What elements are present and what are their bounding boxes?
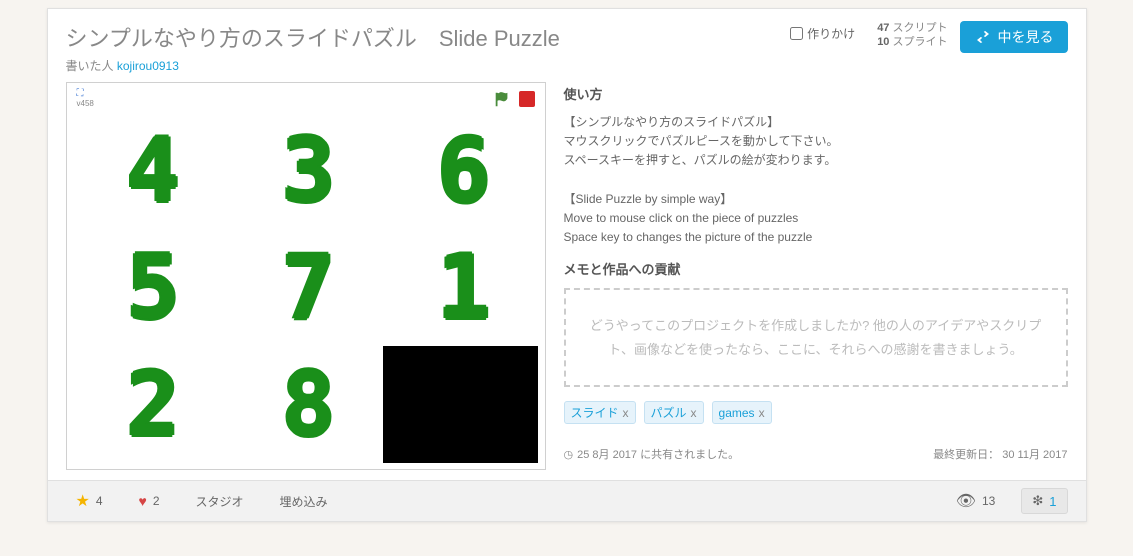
tag-remove-icon[interactable]: x bbox=[759, 406, 765, 420]
puzzle-tile-blank[interactable] bbox=[383, 346, 538, 463]
see-inside-button[interactable]: 中を見る bbox=[960, 21, 1068, 53]
puzzle-tile[interactable]: 7 bbox=[228, 230, 383, 347]
puzzle-tile[interactable]: 5 bbox=[73, 230, 228, 347]
tag-remove-icon[interactable]: x bbox=[623, 406, 629, 420]
puzzle-tile[interactable]: 6 bbox=[383, 113, 538, 230]
howto-title: 使い方 bbox=[564, 84, 1068, 103]
star-icon: ★ bbox=[76, 491, 90, 511]
tag-remove-icon[interactable]: x bbox=[691, 406, 697, 420]
project-card: シンプルなやり方のスライドパズル Slide Puzzle 書いた人 kojir… bbox=[47, 8, 1087, 522]
views-count: 👁 13 bbox=[946, 487, 1006, 515]
header: シンプルなやり方のスライドパズル Slide Puzzle 書いた人 kojir… bbox=[48, 9, 1086, 82]
draft-checkbox-input[interactable] bbox=[790, 27, 803, 40]
stop-icon[interactable] bbox=[519, 91, 535, 107]
howto-body: 【シンプルなやり方のスライドパズル】 マウスクリックでパズルピースを動かして下さ… bbox=[564, 113, 1068, 247]
draft-checkbox[interactable]: 作りかけ bbox=[780, 21, 865, 46]
notes-placeholder[interactable]: どうやってこのプロジェクトを作成しましたか? 他の人のアイデアやスクリプト、画像… bbox=[564, 288, 1068, 387]
footer-bar: ★ 4 ♥ 2 スタジオ 埋め込み 👁 13 ❇ 1 bbox=[48, 480, 1086, 521]
info-column: 使い方 【シンプルなやり方のスライドパズル】 マウスクリックでパズルピースを動か… bbox=[564, 82, 1068, 470]
puzzle-tile[interactable]: 1 bbox=[383, 230, 538, 347]
dates-row: ◷25 8月 2017 に共有されました。 最終更新日： 30 11月 2017 bbox=[564, 440, 1068, 462]
swap-icon bbox=[974, 30, 992, 44]
stage-frame: ⛶v458 4 3 6 5 7 1 2 8 bbox=[66, 82, 546, 470]
tag[interactable]: パズルx bbox=[644, 401, 704, 424]
love-button[interactable]: ♥ 2 bbox=[129, 489, 170, 513]
green-flag-icon[interactable] bbox=[493, 90, 511, 108]
puzzle-stage[interactable]: 4 3 6 5 7 1 2 8 bbox=[73, 113, 539, 463]
author-link[interactable]: kojirou0913 bbox=[117, 59, 179, 73]
stats-counts: 47 スクリプト 10 スプライト bbox=[877, 21, 947, 49]
author-line: 書いた人 kojirou0913 bbox=[66, 57, 769, 74]
main: ⛶v458 4 3 6 5 7 1 2 8 bbox=[48, 82, 1086, 480]
remix-button[interactable]: ❇ 1 bbox=[1021, 488, 1067, 514]
tag[interactable]: スライドx bbox=[564, 401, 636, 424]
fullscreen-icon[interactable]: ⛶v458 bbox=[77, 89, 94, 109]
clock-icon: ◷ bbox=[564, 449, 574, 461]
puzzle-tile[interactable]: 4 bbox=[73, 113, 228, 230]
eye-icon: 👁 bbox=[956, 491, 976, 511]
puzzle-tile[interactable]: 8 bbox=[228, 346, 383, 463]
puzzle-tile[interactable]: 2 bbox=[73, 346, 228, 463]
tag[interactable]: gamesx bbox=[712, 401, 772, 424]
project-title: シンプルなやり方のスライドパズル Slide Puzzle bbox=[66, 21, 769, 53]
puzzle-tile[interactable]: 3 bbox=[228, 113, 383, 230]
favorite-button[interactable]: ★ 4 bbox=[66, 487, 113, 515]
heart-icon: ♥ bbox=[139, 493, 147, 509]
embed-button[interactable]: 埋め込み bbox=[270, 489, 338, 514]
tags-row: スライドx パズルx gamesx bbox=[564, 401, 1068, 424]
notes-title: メモと作品への貢献 bbox=[564, 259, 1068, 278]
studio-button[interactable]: スタジオ bbox=[186, 489, 254, 514]
remix-tree-icon: ❇ bbox=[1032, 493, 1043, 509]
